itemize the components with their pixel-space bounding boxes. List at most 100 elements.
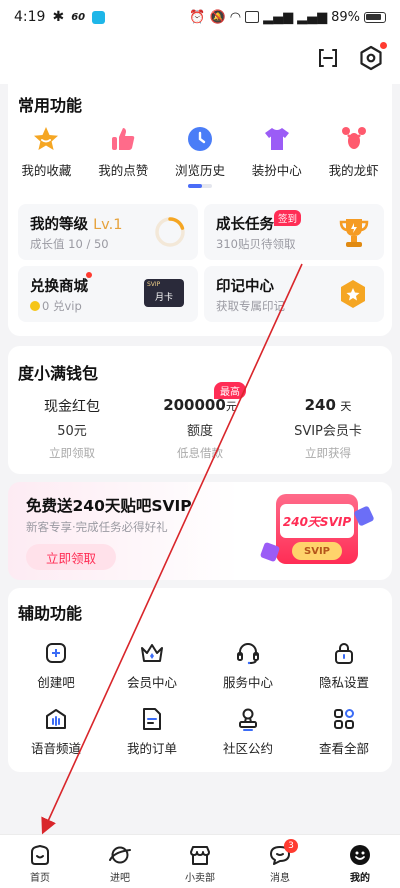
level-value: Lv.1	[93, 217, 123, 233]
aux-label: 查看全部	[318, 741, 369, 756]
nav-label: 首页	[30, 873, 50, 884]
max-badge: 最高	[214, 382, 246, 399]
wallet-item-value: 50元	[57, 424, 87, 439]
mark-center-tile[interactable]: 印记中心 获取专属印记	[204, 266, 384, 322]
banner-title: 免费送240天贴吧SVIP	[26, 497, 192, 515]
app-notification-icon	[92, 10, 106, 24]
scan-icon[interactable]	[316, 46, 340, 70]
planet-icon	[108, 843, 132, 867]
func-label: 我的点赞	[98, 163, 149, 178]
common-functions-row: 我的收藏 我的点赞 浏览历史 装扮中心 我的龙虾	[8, 124, 392, 179]
wallet-item-action: 低息借款	[177, 446, 223, 460]
svip-promo-banner[interactable]: 免费送240天贴吧SVIP 新客专享·完成任务必得好礼 立即领取 240天SVI…	[8, 482, 392, 580]
nav-label: 小卖部	[185, 873, 215, 884]
my-orders-item[interactable]: 我的订单	[104, 706, 200, 760]
tshirt-icon	[262, 124, 292, 154]
view-all-item[interactable]: 查看全部	[296, 706, 392, 760]
home-icon	[28, 843, 52, 867]
func-label: 我的龙虾	[328, 163, 379, 178]
community-rules-item[interactable]: 社区公约	[200, 706, 296, 760]
nav-label: 消息	[270, 873, 290, 884]
section-title: 常用功能	[18, 96, 83, 115]
func-label: 装扮中心	[251, 163, 302, 178]
tile-title: 成长任务	[216, 217, 274, 233]
tile-title: 印记中心	[216, 279, 274, 295]
notification-dot	[86, 272, 92, 278]
aux-label: 创建吧	[37, 675, 75, 690]
func-label: 浏览历史	[174, 163, 225, 178]
claim-now-button[interactable]: 立即领取	[26, 544, 116, 570]
settings-icon[interactable]	[358, 45, 384, 71]
battery-level: 89%	[331, 9, 360, 25]
aux-label: 服务中心	[222, 675, 273, 690]
my-lobster-item[interactable]: 我的龙虾	[315, 124, 392, 179]
lobster-icon	[339, 124, 369, 154]
wallet-item-title: 现金红包	[44, 399, 100, 415]
section-title: 辅助功能	[18, 604, 83, 623]
wallet-row: 现金红包 50元 立即领取 最高 200000元 额度 低息借款 240 天 S…	[8, 382, 392, 461]
create-bar-item[interactable]: 创建吧	[8, 640, 104, 694]
wallet-item-action: 立即获得	[305, 446, 351, 460]
tile-title: 兑换商城	[30, 279, 88, 295]
func-label: 我的收藏	[21, 163, 72, 178]
sign-in-badge: 签到	[274, 210, 302, 226]
bottom-nav: 首页 进吧 小卖部 3 消息 我的	[0, 834, 400, 888]
auxiliary-functions-card: 辅助功能 创建吧 会员中心 服务中心 隐私设置 语音频道 我的订单 社区公约 查…	[8, 588, 392, 772]
net-speed: 60	[71, 11, 86, 23]
banner-subtitle: 新客专享·完成任务必得好礼	[26, 520, 168, 534]
dress-center-item[interactable]: 装扮中心	[238, 124, 315, 179]
credit-limit[interactable]: 最高 200000元 额度 低息借款	[136, 382, 264, 461]
privacy-settings-item[interactable]: 隐私设置	[296, 640, 392, 694]
mute-icon: 🔕	[209, 9, 226, 25]
service-center-item[interactable]: 服务中心	[200, 640, 296, 694]
nav-profile[interactable]: 我的	[320, 835, 400, 888]
my-level-tile[interactable]: 我的等级 Lv.1 成长值 10 / 50	[18, 204, 198, 260]
status-bar: 4:19 ✱ 60 ⏰ 🔕 ◠ ▂▄▆ ▂▄▆ 89%	[0, 0, 400, 34]
status-time: 4:19	[14, 9, 46, 25]
aux-label: 社区公约	[222, 741, 273, 756]
tile-sub: 获取专属印记	[216, 299, 285, 313]
svip-card[interactable]: 240 天 SVIP会员卡 立即获得	[264, 396, 392, 461]
nav-home[interactable]: 首页	[0, 835, 80, 888]
trophy-icon	[339, 219, 369, 247]
svip-gift-illustration: 240天SVIP SVIP	[259, 490, 375, 576]
wallet-item-title: 240 天	[304, 396, 352, 414]
plus-square-icon	[43, 640, 69, 666]
lock-icon	[331, 640, 357, 666]
signal-icon: ▂▄▆	[263, 9, 294, 25]
signal-icon: ▂▄▆	[297, 9, 328, 25]
clock-icon	[185, 124, 215, 154]
my-likes-item[interactable]: 我的点赞	[85, 124, 162, 179]
nav-shop[interactable]: 小卖部	[160, 835, 240, 888]
page-indicator	[188, 184, 212, 188]
crown-icon	[139, 640, 165, 666]
pinwheel-icon: ✱	[52, 9, 65, 25]
common-functions-card: 常用功能 我的收藏 我的点赞 浏览历史 装扮中心 我的龙虾 我的等级 Lv.1 …	[8, 84, 392, 336]
headset-icon	[235, 640, 261, 666]
aux-label: 语音频道	[30, 741, 81, 756]
alarm-icon: ⏰	[189, 9, 206, 25]
order-icon	[139, 706, 165, 732]
aux-label: 隐私设置	[318, 675, 369, 690]
tile-sub: 成长值 10 / 50	[30, 237, 109, 251]
shop-icon	[188, 843, 212, 867]
voice-channel-icon	[43, 706, 69, 732]
message-count-badge: 3	[284, 839, 298, 853]
battery-icon	[364, 11, 386, 23]
cash-red-packet[interactable]: 现金红包 50元 立即领取	[8, 396, 136, 461]
profile-icon	[348, 843, 372, 867]
member-center-item[interactable]: 会员中心	[104, 640, 200, 694]
my-favorites-item[interactable]: 我的收藏	[8, 124, 85, 179]
aux-label: 会员中心	[126, 675, 177, 690]
nav-messages[interactable]: 3 消息	[240, 835, 320, 888]
star-icon	[31, 124, 61, 154]
nav-forums[interactable]: 进吧	[80, 835, 160, 888]
thumbs-up-icon	[108, 124, 138, 154]
wallet-item-title: 200000元	[163, 396, 237, 414]
hd-icon	[245, 11, 260, 23]
nav-label: 我的	[350, 873, 370, 884]
exchange-mall-tile[interactable]: 兑换商城 0 兑vip SVIP 月卡	[18, 266, 198, 322]
voice-channel-item[interactable]: 语音频道	[8, 706, 104, 760]
growth-task-tile[interactable]: 成长任务 签到 310贴贝待领取	[204, 204, 384, 260]
browse-history-item[interactable]: 浏览历史	[162, 124, 239, 179]
